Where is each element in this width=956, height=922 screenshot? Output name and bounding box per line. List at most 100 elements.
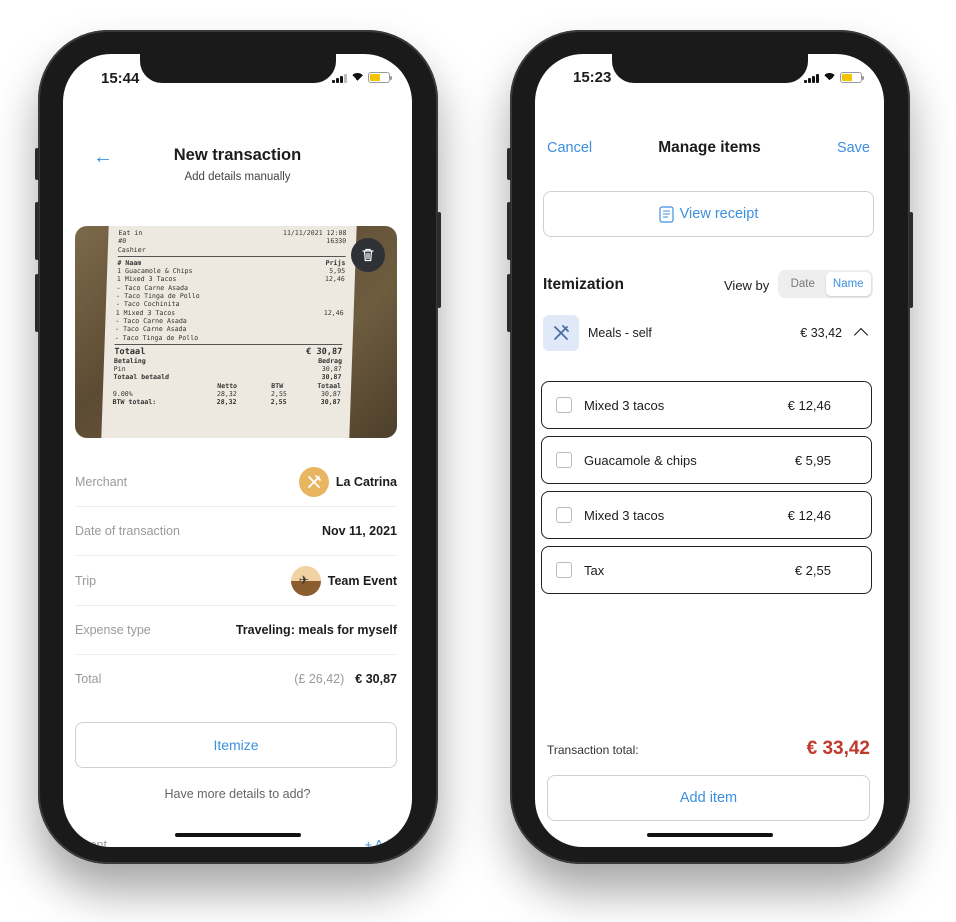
- receipt-paper: Eat in #0 Cashier 11/11/2021 12:08 16330…: [101, 226, 357, 438]
- view-by-date-option[interactable]: Date: [780, 272, 826, 296]
- wifi-icon: [351, 72, 364, 83]
- receipt-line-text: - Taco Carne Asada: [115, 316, 187, 325]
- receipt-text: Totaal betaald: [113, 373, 170, 382]
- chevron-up-icon[interactable]: [853, 327, 869, 343]
- volume-up-button: [35, 202, 39, 260]
- receipt-tax-total: BTW totaal: 28,32 2,55 30,87: [112, 398, 340, 406]
- status-time: 15:44: [101, 70, 140, 87]
- status-icons: [332, 72, 392, 83]
- item-checkbox[interactable]: [556, 562, 572, 578]
- receipt-line-price: 12,46: [323, 308, 344, 317]
- notch: [139, 54, 336, 83]
- item-name: Tax: [584, 562, 605, 578]
- receipt-line-text: 1 Guacamole & Chips: [116, 267, 193, 276]
- battery-icon: [368, 72, 392, 83]
- receipt-tax-header: Netto BTW Totaal: [113, 382, 341, 390]
- item-price: € 5,95: [794, 452, 831, 468]
- view-receipt-label: View receipt: [679, 206, 759, 222]
- receipt-text: # Naam: [117, 258, 142, 267]
- expense-type-label: Expense type: [75, 622, 151, 637]
- left-screen: 15:44 ← New transaction Add details manu…: [63, 54, 412, 847]
- merchant-value: La Catrina: [335, 474, 397, 489]
- view-receipt-button[interactable]: View receipt: [543, 191, 874, 237]
- item-checkbox[interactable]: [556, 452, 572, 468]
- page-title: New transaction: [173, 146, 302, 164]
- delete-receipt-button[interactable]: [351, 238, 385, 272]
- list-item[interactable]: Guacamole & chips € 5,95: [541, 436, 872, 484]
- fork-knife-icon: [298, 466, 329, 497]
- receipt-top: Eat in #0 Cashier 11/11/2021 12:08 16330: [118, 229, 347, 254]
- receipt-text: Totaal: [114, 346, 146, 357]
- receipt-line-price: 5,95: [329, 267, 346, 276]
- transaction-total-label: Transaction total:: [547, 743, 639, 757]
- signal-icon: [804, 73, 819, 83]
- receipt-line: - Taco Carne Asada: [115, 317, 343, 325]
- receipt-pin: Pin 30,87: [114, 365, 342, 373]
- home-indicator: [174, 833, 301, 837]
- list-item[interactable]: Tax € 2,55: [541, 546, 872, 594]
- receipt-line-text: - Taco Carne Asada: [114, 325, 187, 334]
- item-checkbox[interactable]: [556, 507, 572, 523]
- add-event-link[interactable]: + Add: [365, 838, 397, 847]
- receipt-text: 28,32: [216, 390, 237, 399]
- mute-switch: [507, 148, 511, 180]
- receipt-text: #0: [118, 237, 127, 246]
- item-checkbox[interactable]: [556, 397, 572, 413]
- receipt-payment: Betaling Bedrag: [114, 357, 342, 365]
- total-row[interactable]: Total (£ 26,42) € 30,87: [75, 654, 397, 704]
- signal-icon: [332, 73, 347, 83]
- receipt-text: Cashier: [117, 245, 146, 254]
- view-by-name-option[interactable]: Name: [825, 272, 871, 296]
- right-screen: 15:23 Cancel Manage items Save View rece…: [535, 54, 884, 847]
- receipt-line: - Taco Tinga de Pollo: [116, 292, 344, 300]
- power-button: [437, 212, 441, 308]
- status-icons: [804, 72, 864, 83]
- view-by-segmented-control: Date Name: [778, 270, 873, 298]
- power-button: [909, 212, 913, 308]
- item-price: € 2,55: [794, 562, 831, 578]
- airplane-icon: [290, 565, 321, 596]
- item-price: € 12,46: [787, 507, 831, 523]
- category-name: Meals - self: [588, 326, 652, 340]
- list-item[interactable]: Mixed 3 tacos € 12,46: [541, 491, 872, 539]
- receipt-text: Eat in: [118, 229, 143, 237]
- receipt-line-text: - Taco Tinga de Pollo: [114, 333, 199, 342]
- receipt-line-price: 12,46: [324, 275, 345, 284]
- expense-type-value: Traveling: meals for myself: [235, 622, 397, 637]
- itemize-button[interactable]: Itemize: [75, 722, 397, 768]
- receipt-tax-row: 9.00% 28,32 2,55 30,87: [113, 390, 341, 398]
- receipt-line-text: - Taco Carne Asada: [116, 283, 189, 292]
- receipt-text: Netto: [217, 381, 238, 390]
- receipt-text: 28,32: [216, 398, 237, 407]
- receipt-text: 2,55: [270, 398, 287, 407]
- receipt-line-text: 1 Mixed 3 Tacos: [116, 275, 177, 284]
- total-value: € 30,87: [355, 672, 397, 686]
- item-name: Guacamole & chips: [584, 452, 697, 468]
- receipt-text: Bedrag: [318, 356, 343, 365]
- trip-row[interactable]: Trip Team Event: [75, 556, 397, 606]
- list-item[interactable]: Mixed 3 tacos € 12,46: [541, 381, 872, 429]
- date-row[interactable]: Date of transaction Nov 11, 2021: [75, 506, 397, 556]
- expense-type-row[interactable]: Expense type Traveling: meals for myself: [75, 605, 397, 655]
- phone-right: 15:23 Cancel Manage items Save View rece…: [507, 30, 913, 864]
- receipt-line-text: - Taco Cochinita: [115, 300, 180, 309]
- merchant-label: Merchant: [75, 474, 128, 489]
- document-icon: [659, 205, 674, 223]
- receipt-photo[interactable]: Eat in #0 Cashier 11/11/2021 12:08 16330…: [75, 226, 397, 438]
- save-button[interactable]: Save: [837, 140, 870, 156]
- itemization-title: Itemization: [543, 276, 624, 293]
- receipt-text: BTW: [271, 381, 284, 390]
- receipt-line: - Taco Carne Asada: [115, 325, 343, 333]
- item-name: Mixed 3 tacos: [584, 507, 665, 523]
- receipt-line-text: - Taco Tinga de Pollo: [116, 292, 200, 301]
- date-value: Nov 11, 2021: [321, 523, 397, 538]
- battery-icon: [840, 72, 864, 83]
- receipt-text: BTW totaal:: [112, 398, 157, 407]
- category-row[interactable]: Meals - self € 33,42: [543, 315, 874, 351]
- date-label: Date of transaction: [75, 523, 180, 538]
- add-item-button[interactable]: Add item: [547, 775, 870, 821]
- receipt-text: 30,87: [321, 365, 342, 374]
- merchant-row[interactable]: Merchant La Catrina: [75, 457, 397, 507]
- total-label: Total: [75, 672, 102, 686]
- receipt-text: Betaling: [113, 356, 146, 365]
